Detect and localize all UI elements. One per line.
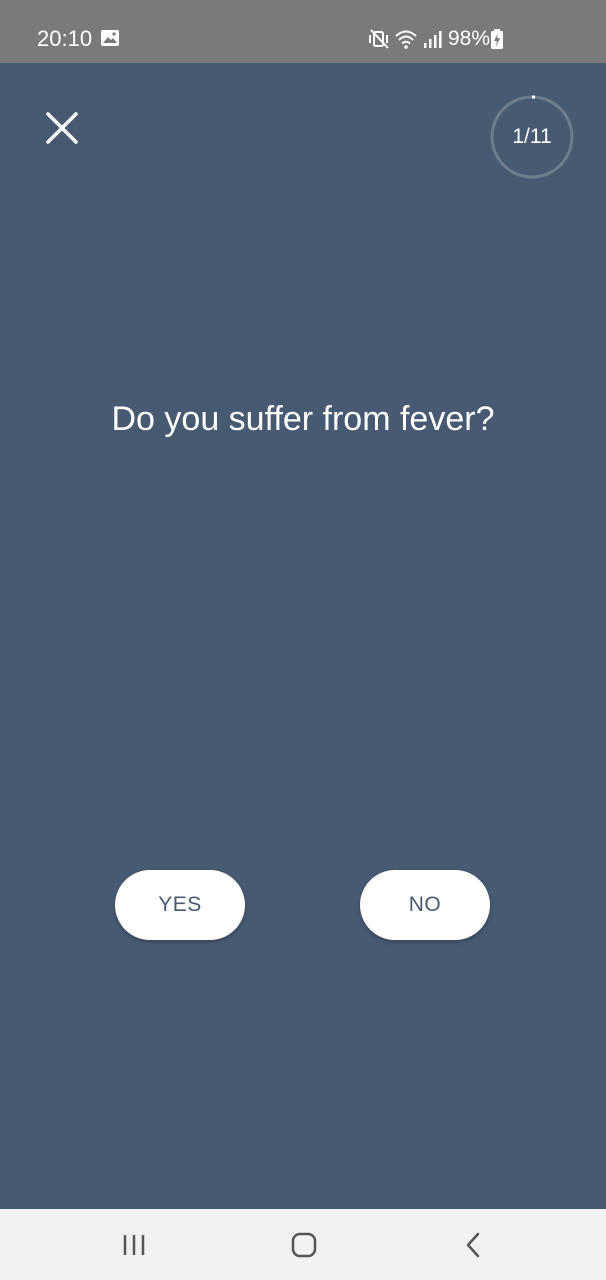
question-text: Do you suffer from fever? xyxy=(111,400,495,438)
close-button[interactable] xyxy=(38,104,86,152)
back-button[interactable] xyxy=(454,1229,494,1261)
yes-button[interactable]: YES xyxy=(115,870,245,940)
gallery-icon xyxy=(101,30,119,46)
recent-apps-button[interactable] xyxy=(114,1229,154,1261)
navigation-bar xyxy=(0,1209,606,1280)
home-icon xyxy=(291,1232,317,1258)
status-icons: 98% xyxy=(368,25,508,53)
status-bar: 20:10 98% xyxy=(0,0,606,63)
signal-icon xyxy=(423,31,442,48)
progress-label: 1/11 xyxy=(512,125,552,148)
close-icon xyxy=(46,112,78,144)
battery-charging-icon xyxy=(491,29,503,49)
battery-percentage: 98% xyxy=(447,27,490,50)
mute-vibrate-icon xyxy=(368,29,389,49)
back-icon xyxy=(466,1232,480,1258)
wifi-icon xyxy=(395,30,417,49)
home-button[interactable] xyxy=(284,1229,324,1261)
status-time: 20:10 xyxy=(37,26,93,51)
questionnaire-screen: 1/11 Do you suffer from fever? YES NO xyxy=(0,63,606,1209)
recent-apps-icon xyxy=(123,1235,145,1255)
no-button[interactable]: NO xyxy=(360,870,490,940)
